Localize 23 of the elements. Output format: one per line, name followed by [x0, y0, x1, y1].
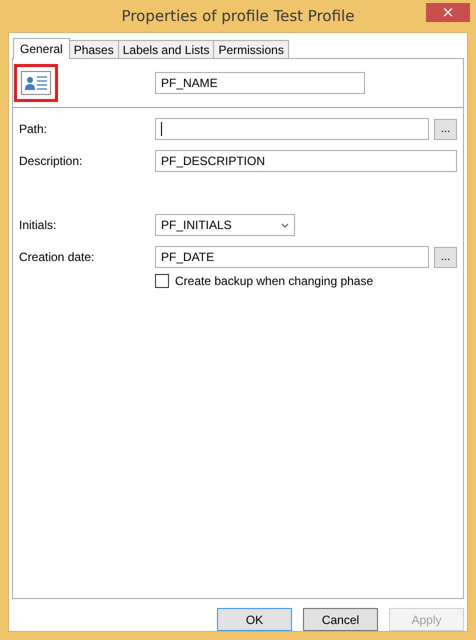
dropdown[interactable]: PF_INITIALS — [155, 214, 295, 236]
tab[interactable]: General — [13, 38, 70, 59]
tab[interactable]: Permissions — [213, 40, 289, 58]
profile-card-icon[interactable] — [14, 64, 58, 102]
window-title: Properties of profile Test Profile — [122, 7, 354, 25]
field-label: Initials: — [19, 218, 58, 232]
field-label: Creation date: — [19, 250, 96, 264]
field-label: Path: — [19, 122, 48, 136]
field-label: Description: — [19, 154, 84, 168]
browse-button[interactable]: ... — [434, 118, 457, 140]
tab[interactable]: Labels and Lists — [118, 40, 214, 58]
text-cursor — [161, 122, 162, 136]
name-field[interactable]: PF_NAME — [155, 72, 365, 94]
description-field[interactable]: PF_DESCRIPTION — [155, 150, 457, 172]
text-field[interactable]: PF_DATE — [155, 246, 429, 268]
browse-button[interactable]: ... — [434, 246, 457, 268]
dialog-button[interactable]: OK — [217, 608, 292, 631]
close-button[interactable]: × — [426, 3, 470, 22]
dialog-button[interactable]: Cancel — [303, 608, 378, 631]
chevron-down-icon — [281, 222, 289, 228]
backup-checkbox[interactable]: Create backup when changing phase — [155, 274, 457, 288]
text-field[interactable] — [155, 118, 429, 140]
tab[interactable]: Phases — [68, 40, 119, 58]
